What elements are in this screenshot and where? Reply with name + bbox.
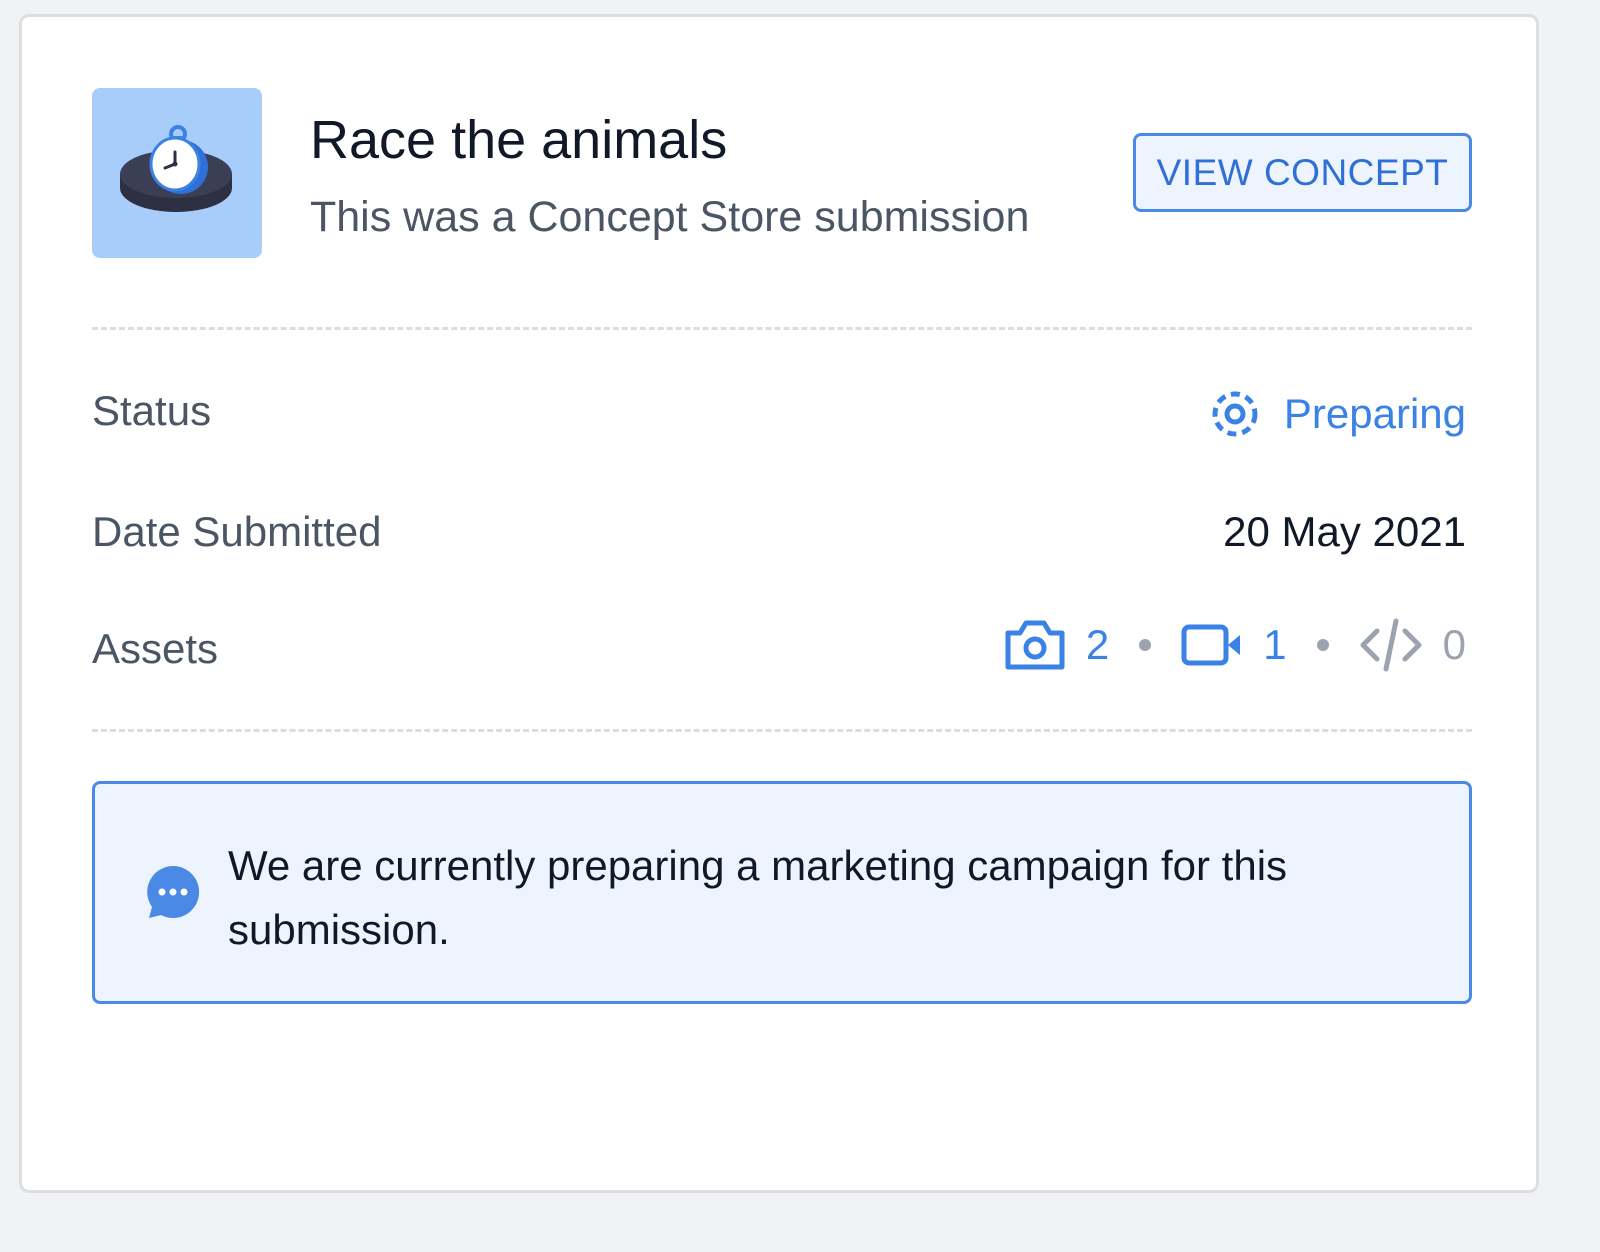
dashed-circle-icon xyxy=(1212,391,1258,437)
video-count: 1 xyxy=(1263,621,1287,668)
date-submitted-label: Date Submitted xyxy=(92,508,382,555)
video-camera-icon xyxy=(1181,624,1241,666)
code-count: 0 xyxy=(1442,621,1466,668)
assets-label: Assets xyxy=(92,625,219,672)
submission-thumbnail xyxy=(92,88,262,258)
status-value: Preparing xyxy=(1210,389,1466,439)
notice-icon-wrapper xyxy=(145,864,201,925)
separator-dot xyxy=(1316,639,1329,651)
assets-summary: 2 1 0 xyxy=(1004,617,1466,673)
status-label: Status xyxy=(92,387,212,434)
date-submitted-value: 20 May 2021 xyxy=(1223,508,1466,555)
view-concept-button[interactable]: VIEW CONCEPT xyxy=(1133,133,1472,212)
submission-title: Race the animals xyxy=(310,110,728,170)
code-icon xyxy=(1360,618,1422,672)
status-text: Preparing xyxy=(1283,390,1466,437)
photo-count: 2 xyxy=(1085,621,1110,668)
chat-bubble-icon xyxy=(147,865,200,918)
notice-text: We are currently preparing a marketing c… xyxy=(228,842,1288,953)
submission-card: Race the animals This was a Concept Stor… xyxy=(19,14,1539,1193)
divider xyxy=(92,729,1472,732)
divider xyxy=(92,327,1472,330)
submission-subtitle: This was a Concept Store submission xyxy=(310,193,1030,241)
info-notice: We are currently preparing a marketing c… xyxy=(92,781,1472,1004)
camera-icon xyxy=(1005,620,1065,670)
separator-dot xyxy=(1139,639,1152,651)
stopwatch-icon xyxy=(120,125,232,212)
